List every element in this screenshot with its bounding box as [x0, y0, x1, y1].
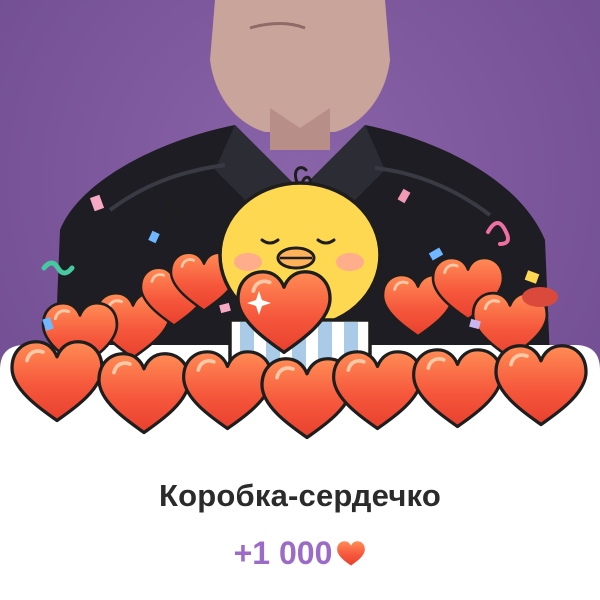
gift-title: Коробка-сердечко [159, 478, 441, 513]
heart-icon [337, 540, 366, 566]
reward-amount: +1 000 [233, 535, 333, 571]
gift-reward: +1 000 [0, 535, 600, 572]
